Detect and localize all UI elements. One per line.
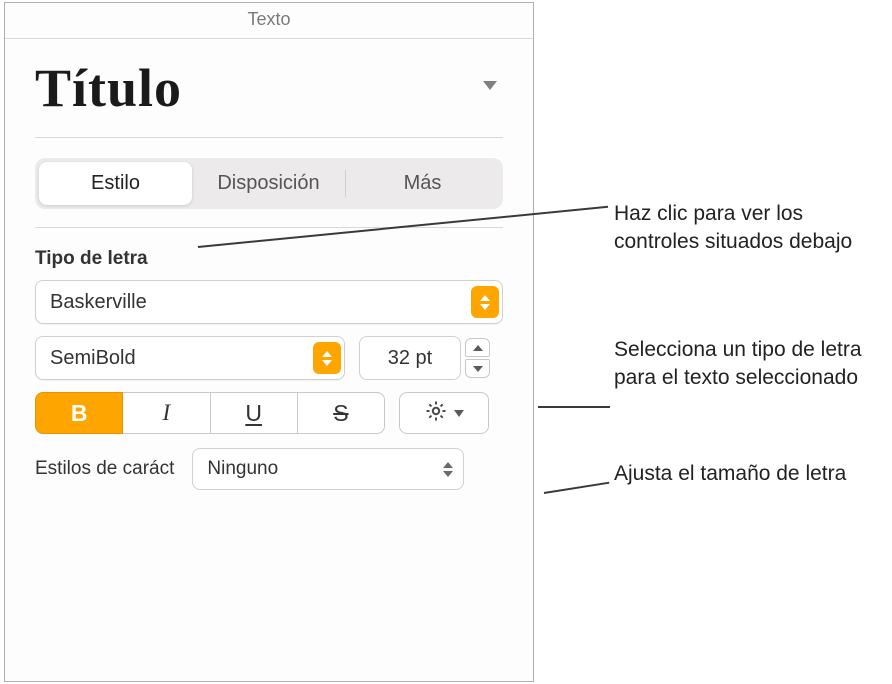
segmented-control: Estilo Disposición Más <box>35 158 503 209</box>
tab-label: Disposición <box>217 172 319 194</box>
font-family-value: Baskerville <box>50 291 471 314</box>
font-style-row: B I U S <box>35 392 503 434</box>
callout-tabs: Haz clic para ver los controles situados… <box>614 200 890 257</box>
font-size-stepper <box>465 336 490 380</box>
format-inspector-panel: Texto Título Estilo Disposición Más <box>4 2 534 682</box>
paragraph-style-picker[interactable]: Título <box>35 57 503 138</box>
character-styles-value: Ninguno <box>207 458 443 480</box>
font-size-field[interactable]: 32 pt <box>359 336 461 380</box>
strikethrough-button[interactable]: S <box>297 392 385 434</box>
character-styles-row: Estilos de caráct Ninguno <box>35 448 503 490</box>
bold-button[interactable]: B <box>35 392 123 434</box>
callout-leader <box>544 482 610 494</box>
stepper-down-button[interactable] <box>465 359 490 378</box>
callout-size: Ajusta el tamaño de letra <box>614 460 846 488</box>
tabs-container: Estilo Disposición Más <box>35 138 503 228</box>
paragraph-style-label: Título <box>35 57 503 119</box>
font-row-weight-size: SemiBold 32 pt <box>35 336 503 380</box>
tab-style[interactable]: Estilo <box>39 162 192 205</box>
tab-label: Estilo <box>91 172 140 194</box>
chevron-up-icon <box>473 345 483 351</box>
updown-chevron-icon <box>443 462 453 477</box>
popup-indicator-icon <box>313 342 341 374</box>
font-size-value: 32 pt <box>388 347 432 370</box>
chevron-down-icon <box>454 410 464 417</box>
callout-font: Selecciona un tipo de letra para el text… <box>614 336 890 393</box>
underline-button[interactable]: U <box>210 392 298 434</box>
popup-indicator-icon <box>471 286 499 318</box>
italic-glyph: I <box>163 400 171 426</box>
text-format-group: B I U S <box>35 392 385 434</box>
chevron-down-icon <box>473 366 483 372</box>
underline-glyph: U <box>245 400 262 427</box>
panel-title: Texto <box>5 3 533 39</box>
tab-more[interactable]: Más <box>346 162 499 205</box>
tab-layout[interactable]: Disposición <box>192 162 345 205</box>
callout-leader <box>538 406 610 408</box>
font-weight-value: SemiBold <box>50 347 313 370</box>
italic-button[interactable]: I <box>122 392 210 434</box>
stepper-up-button[interactable] <box>465 338 490 357</box>
character-styles-label: Estilos de caráct <box>35 458 174 480</box>
strike-glyph: S <box>333 400 348 427</box>
panel-body: Título Estilo Disposición Más Tipo de le… <box>5 39 533 681</box>
font-family-popup[interactable]: Baskerville <box>35 280 503 324</box>
font-section-label: Tipo de letra <box>35 248 503 270</box>
bold-glyph: B <box>71 400 88 427</box>
gear-icon <box>424 399 448 428</box>
character-styles-popup[interactable]: Ninguno <box>192 448 464 490</box>
advanced-options-button[interactable] <box>399 392 489 434</box>
font-size-group: 32 pt <box>359 336 490 380</box>
chevron-down-icon <box>483 81 497 90</box>
font-weight-popup[interactable]: SemiBold <box>35 336 345 380</box>
tab-label: Más <box>404 172 442 194</box>
